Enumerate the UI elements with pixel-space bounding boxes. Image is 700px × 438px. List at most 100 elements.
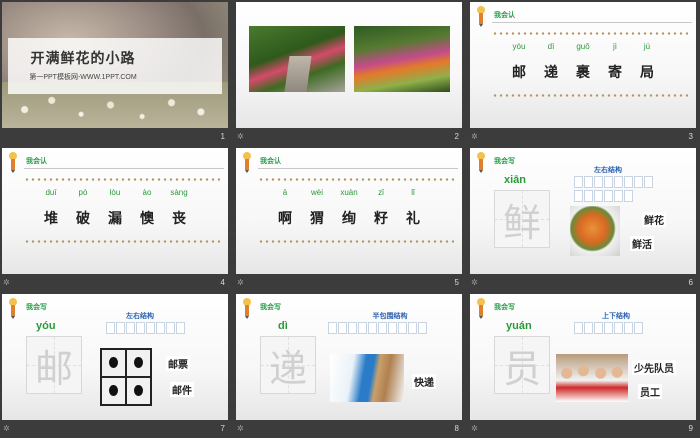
- slide-8-canvas[interactable]: 我会写 dì 递 半包围结构 快递: [236, 294, 462, 420]
- pinyin-row: duī pò lòu ào sàng: [2, 188, 228, 197]
- section-header: 我会认: [26, 157, 47, 165]
- slide-thumb-3[interactable]: 我会认 yóu dì guǒ jì jú 邮 递 裹 寄 局 ✲ 3: [468, 0, 700, 146]
- star-icon[interactable]: ✲: [237, 424, 244, 433]
- slide-thumb-6[interactable]: 我会写 xiān 鲜 左右结构 鲜花 鲜活 ✲ 6: [468, 146, 700, 292]
- slide-5-canvas[interactable]: 我会认 ā wèi xuàn zǐ lǐ 啊 猬 绚 籽 礼: [236, 148, 462, 274]
- slide-2-canvas[interactable]: [236, 2, 462, 128]
- hanzi: 漏: [108, 211, 122, 227]
- star-icon[interactable]: ✲: [3, 424, 10, 433]
- pinyin: pò: [78, 188, 88, 197]
- tian-grid: 邮: [26, 336, 82, 394]
- section-header: 我会写: [26, 303, 47, 311]
- flower-bed-photo: [354, 26, 450, 92]
- slide-thumb-9[interactable]: 我会写 yuán 员 上下结构 少先队员 员工 ✲ 9: [468, 292, 700, 438]
- slide-number: 4: [220, 278, 225, 287]
- structure-label: 半包围结构: [372, 312, 408, 320]
- structure-label: 左右结构: [594, 166, 622, 174]
- slide-footer: ✲ 2: [234, 130, 467, 144]
- section-header: 我会认: [260, 157, 281, 165]
- word-1: 鲜花: [642, 212, 666, 227]
- slide-number: 9: [688, 424, 693, 433]
- section-header: 我会写: [494, 303, 515, 311]
- stroke-order-grid: [574, 176, 660, 202]
- slide-4-canvas[interactable]: 我会认 duī pò lòu ào sàng 堆 破 漏 懊 丧: [2, 148, 228, 274]
- grid-char: 邮: [34, 346, 73, 391]
- slide-number: 6: [688, 278, 693, 287]
- word-1: 快递: [412, 374, 436, 389]
- section-header: 我会认: [494, 11, 515, 19]
- pencil-icon: [9, 298, 17, 319]
- stroke-order-grid: [106, 322, 192, 348]
- slide-3-canvas[interactable]: 我会认 yóu dì guǒ jì jú 邮 递 裹 寄 局: [470, 2, 696, 128]
- stroke-order-grid: [574, 322, 660, 348]
- panda-stamps-photo: [100, 348, 152, 406]
- pinyin: ā: [282, 188, 288, 197]
- dotted-border: [492, 94, 688, 97]
- hanzi: 懊: [140, 211, 154, 227]
- hanzi-row: 堆 破 漏 懊 丧: [2, 208, 228, 228]
- garden-path-photo: [249, 26, 345, 92]
- pinyin: ào: [142, 188, 152, 197]
- header-rule: [24, 168, 224, 169]
- slide-thumb-2[interactable]: ✲ 2: [234, 0, 467, 146]
- pinyin-row: yóu dì guǒ jì jú: [470, 42, 696, 51]
- tian-grid: 递: [260, 336, 316, 394]
- slide-footer: ✲ 3: [468, 130, 700, 144]
- pencil-icon: [9, 152, 17, 173]
- hanzi-row: 邮 递 裹 寄 局: [470, 62, 696, 82]
- star-icon[interactable]: ✲: [237, 278, 244, 287]
- word-2: 鲜活: [630, 236, 654, 251]
- slide-9-canvas[interactable]: 我会写 yuán 员 上下结构 少先队员 员工: [470, 294, 696, 420]
- slide-thumb-4[interactable]: 我会认 duī pò lòu ào sàng 堆 破 漏 懊 丧 ✲ 4: [0, 146, 233, 292]
- grid-char: 递: [268, 346, 307, 391]
- pinyin: zǐ: [378, 188, 384, 197]
- slide-thumb-7[interactable]: 我会写 yóu 邮 左右结构 邮票 邮件 ✲ 7: [0, 292, 233, 438]
- slide-thumb-1[interactable]: 开满鲜花的小路 第一PPT模板网-WWW.1PPT.COM 1: [0, 0, 233, 146]
- pinyin: wèi: [310, 188, 323, 197]
- star-icon[interactable]: ✲: [237, 132, 244, 141]
- hanzi: 啊: [278, 211, 292, 227]
- slide-1-canvas[interactable]: 开满鲜花的小路 第一PPT模板网-WWW.1PPT.COM: [2, 2, 228, 128]
- pencil-icon: [477, 152, 485, 173]
- slide-subtitle: 第一PPT模板网-WWW.1PPT.COM: [29, 74, 137, 81]
- star-icon[interactable]: ✲: [471, 278, 478, 287]
- word-2: 邮件: [170, 382, 194, 397]
- slide-6-canvas[interactable]: 我会写 xiān 鲜 左右结构 鲜花 鲜活: [470, 148, 696, 274]
- slide-7-canvas[interactable]: 我会写 yóu 邮 左右结构 邮票 邮件: [2, 294, 228, 420]
- hanzi: 破: [76, 211, 90, 227]
- slide-footer: ✲ 9: [468, 422, 700, 436]
- stroke-order-grid: [328, 322, 436, 348]
- structure-label: 左右结构: [126, 312, 154, 320]
- word-2: 员工: [638, 384, 662, 399]
- slide-thumb-8[interactable]: 我会写 dì 递 半包围结构 快递 ✲ 8: [234, 292, 467, 438]
- star-icon[interactable]: ✲: [3, 278, 10, 287]
- pinyin: duī: [45, 188, 57, 197]
- hanzi: 堆: [44, 211, 58, 227]
- slide-number: 2: [454, 132, 459, 141]
- word-1: 少先队员: [632, 360, 676, 375]
- slide-footer: ✲ 7: [0, 422, 233, 436]
- hanzi: 礼: [406, 211, 420, 227]
- grid-char: 员: [502, 346, 541, 391]
- char-pinyin: xiān: [504, 174, 527, 186]
- slide-number: 5: [454, 278, 459, 287]
- structure-label: 上下结构: [602, 312, 630, 320]
- word-1: 邮票: [166, 356, 190, 371]
- grid-char: 鲜: [502, 200, 541, 245]
- slide-title: 开满鲜花的小路: [30, 51, 136, 67]
- tian-grid: 员: [494, 336, 550, 394]
- section-header: 我会写: [260, 303, 281, 311]
- dotted-border: [492, 32, 688, 35]
- header-rule: [492, 22, 692, 23]
- pencil-icon: [243, 298, 251, 319]
- header-rule: [258, 168, 458, 169]
- slide-number: 7: [220, 424, 225, 433]
- hanzi: 寄: [608, 65, 622, 81]
- hanzi: 绚: [342, 211, 356, 227]
- char-pinyin: dì: [278, 320, 288, 332]
- star-icon[interactable]: ✲: [471, 424, 478, 433]
- pinyin: dì: [547, 42, 555, 51]
- star-icon[interactable]: ✲: [471, 132, 478, 141]
- hanzi: 局: [640, 65, 654, 81]
- slide-thumb-5[interactable]: 我会认 ā wèi xuàn zǐ lǐ 啊 猬 绚 籽 礼 ✲ 5: [234, 146, 467, 292]
